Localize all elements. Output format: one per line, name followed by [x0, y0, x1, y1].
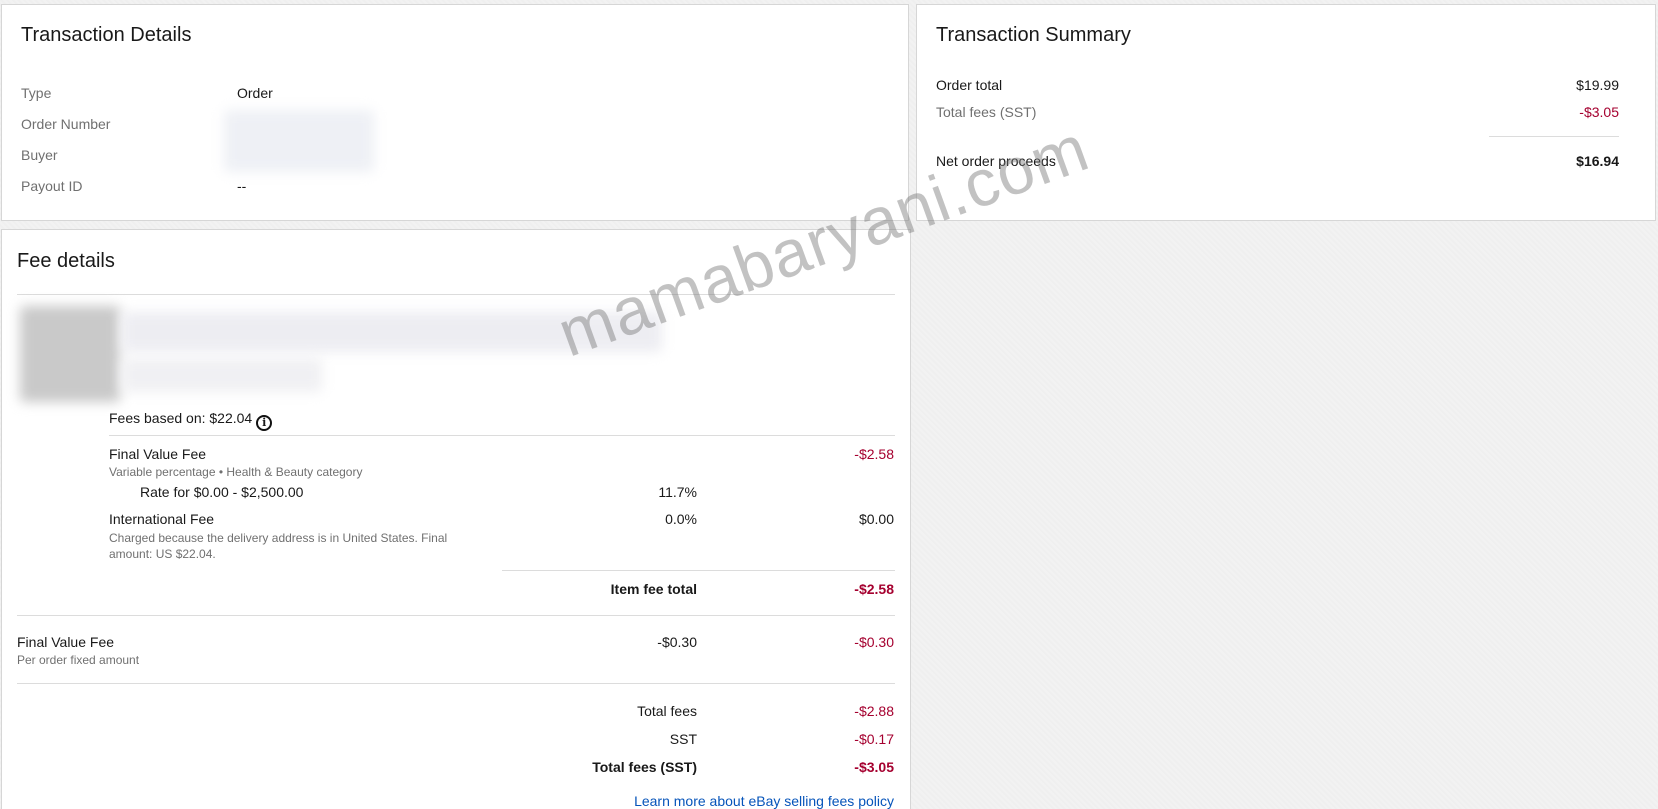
total-fees-sst-value: -$3.05	[854, 759, 894, 775]
payout-id-label: Payout ID	[21, 178, 83, 194]
total-fees-sst-label: Total fees (SST)	[592, 759, 697, 775]
fee-details-panel: Fee details Fees based on: $22.04 i Final…	[1, 229, 911, 809]
summary-total-fees-label: Total fees (SST)	[936, 104, 1037, 120]
type-label: Type	[21, 85, 52, 101]
fees-based-divider	[109, 435, 895, 436]
transaction-summary-title: Transaction Summary	[936, 24, 1131, 46]
order-fvf-amount: -$0.30	[854, 634, 894, 650]
order-fvf-rate: -$0.30	[657, 634, 697, 650]
intl-fee-rate: 0.0%	[665, 511, 697, 527]
intl-fee-sub: Charged because the delivery address is …	[109, 531, 448, 561]
summary-divider	[1489, 136, 1619, 137]
order-fvf-label: Final Value Fee	[17, 634, 115, 650]
redacted-item-title	[122, 312, 662, 352]
order-total-label: Order total	[936, 77, 1003, 93]
type-value: Order	[237, 85, 273, 101]
intl-fee-amount: $0.00	[858, 511, 894, 527]
fee-details-title: Fee details	[17, 250, 115, 272]
redacted-item-subtitle	[122, 358, 322, 392]
transaction-details-panel: Transaction Details Type Order Order Num…	[1, 4, 909, 221]
total-fees-value: -$2.88	[854, 703, 894, 719]
order-total-value: $19.99	[1576, 77, 1619, 93]
transaction-summary-panel: Transaction Summary Order total $19.99 T…	[916, 4, 1656, 221]
fvf-rate-value: 11.7%	[658, 484, 697, 500]
net-proceeds-value: $16.94	[1576, 153, 1619, 169]
sst-label: SST	[669, 731, 697, 747]
fees-based-on-text: Fees based on: $22.04	[109, 410, 253, 426]
fvf-amount: -$2.58	[854, 446, 894, 462]
total-fees-label: Total fees	[637, 703, 697, 719]
summary-total-fees-value: -$3.05	[1579, 104, 1619, 120]
order-section-divider	[17, 683, 895, 684]
redacted-item-image	[20, 306, 120, 402]
item-total-divider	[502, 570, 895, 571]
fee-details-title-divider	[17, 294, 895, 295]
item-fee-total-value: -$2.58	[854, 581, 894, 597]
fvf-rate-label: Rate for $0.00 - $2,500.00	[140, 484, 304, 500]
buyer-label: Buyer	[21, 147, 58, 163]
sst-value: -$0.17	[854, 731, 894, 747]
fvf-label: Final Value Fee	[109, 446, 207, 462]
item-section-divider	[17, 615, 895, 616]
payout-id-value: --	[237, 178, 247, 194]
intl-fee-label: International Fee	[109, 511, 215, 527]
order-number-label: Order Number	[21, 116, 111, 132]
order-fvf-sub: Per order fixed amount	[17, 653, 140, 667]
transaction-details-title: Transaction Details	[21, 24, 192, 46]
item-fee-total-label: Item fee total	[610, 581, 697, 597]
fvf-sub: Variable percentage • Health & Beauty ca…	[109, 465, 363, 479]
info-icon[interactable]: i	[256, 415, 273, 431]
learn-more-fees-link[interactable]: Learn more about eBay selling fees polic…	[634, 793, 894, 809]
redacted-order-buyer	[224, 110, 374, 172]
net-proceeds-label: Net order proceeds	[936, 153, 1056, 169]
fees-based-on: Fees based on: $22.04 i	[109, 410, 273, 431]
